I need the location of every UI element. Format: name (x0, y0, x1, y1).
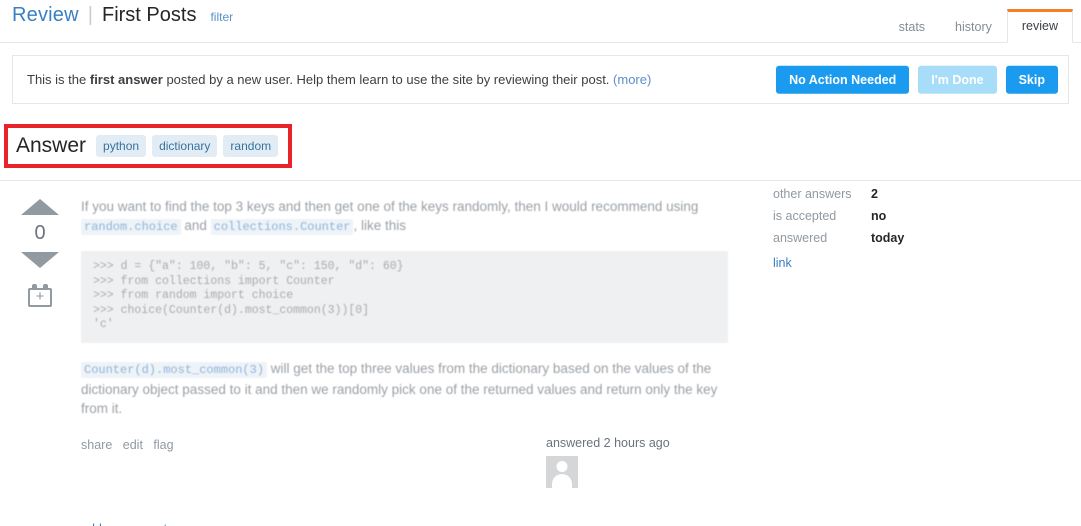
stat-value-other-answers: 2 (871, 187, 878, 201)
post-link[interactable]: link (773, 256, 963, 270)
stat-row: is accepted no (773, 208, 963, 224)
code-line-5: 'c' (93, 318, 114, 331)
stat-value-is-accepted: no (871, 209, 887, 223)
avatar-head (556, 460, 568, 472)
downvote-icon[interactable] (21, 252, 59, 268)
avatar-shoulders (552, 473, 572, 488)
post-type-title: Answer (16, 134, 87, 157)
stat-label-other-answers: other answers (773, 187, 852, 201)
instruction-text: This is the first answer posted by a new… (27, 72, 651, 87)
edit-link[interactable]: edit (123, 438, 143, 452)
tag-random[interactable]: random (223, 135, 279, 157)
answer-p1-text-3: , like this (353, 218, 407, 233)
user-card: answered 2 hours ago (546, 436, 746, 488)
vote-cell: 0 + (12, 197, 68, 526)
instruction-bar-wrapper: This is the first answer posted by a new… (0, 43, 1081, 104)
page-header: Review | First Posts filter stats histor… (0, 0, 1081, 43)
review-action-buttons: No Action Needed I'm Done Skip (776, 65, 1058, 94)
inline-code-random-choice: random.choice (81, 219, 181, 235)
post-meta-row: share edit flag answered 2 hours ago (81, 436, 728, 510)
breadcrumb-review-link[interactable]: Review (12, 4, 79, 27)
post-stats-sidebar: other answers 2 is accepted no answered … (773, 186, 963, 270)
stat-label-answered: answered (773, 231, 828, 245)
answer-paragraph-1: If you want to find the top 3 keys and t… (81, 197, 728, 237)
answer-body: If you want to find the top 3 keys and t… (68, 197, 728, 526)
instruction-more-link[interactable]: (more) (613, 72, 651, 87)
stat-label-is-accepted: is accepted (773, 209, 837, 223)
code-line-2: >>> from collections import Counter (93, 274, 335, 288)
upvote-icon[interactable] (21, 199, 59, 215)
share-link[interactable]: share (81, 438, 112, 452)
instruction-text-before: This is the (27, 72, 90, 87)
code-line-1: >>> d = {"a": 100, "b": 5, "c": 150, "d"… (93, 260, 404, 273)
skip-button[interactable]: Skip (1005, 65, 1058, 94)
page-title: First Posts (101, 4, 197, 26)
no-action-needed-button[interactable]: No Action Needed (776, 65, 910, 94)
bookmark-plus-icon[interactable]: + (28, 284, 52, 307)
breadcrumb: Review | First Posts filter (12, 4, 233, 27)
filter-link[interactable]: filter (210, 10, 233, 24)
tab-review[interactable]: review (1006, 8, 1073, 43)
post-header-row: Answer python dictionary random (0, 124, 1081, 181)
code-line-4: >>> choice(Counter(d).most_common(3))[0] (93, 303, 370, 317)
stat-row: other answers 2 (773, 186, 963, 202)
answer-paragraph-2: Counter(d).most_common(3) will get the t… (81, 359, 728, 418)
im-done-button[interactable]: I'm Done (918, 65, 997, 94)
tag-python[interactable]: python (96, 135, 147, 157)
add-a-comment-link[interactable]: add a comment (81, 522, 728, 526)
instruction-text-after: posted by a new user. Help them learn to… (162, 72, 614, 87)
code-line-3: >>> from random import choice (93, 289, 294, 302)
instruction-text-bold: first answer (89, 72, 163, 87)
answer-p1-text-2: and (180, 218, 211, 233)
tab-history[interactable]: history (940, 11, 1007, 44)
tab-stats[interactable]: stats (884, 11, 940, 44)
instruction-bar: This is the first answer posted by a new… (12, 55, 1069, 104)
bookmark-plus-glyph: + (35, 288, 45, 305)
answer-code-block: >>> d = {"a": 100, "b": 5, "c": 150, "d"… (81, 251, 728, 343)
header-tabs: stats history review (884, 8, 1073, 44)
tag-dictionary[interactable]: dictionary (152, 135, 218, 157)
inline-code-most-common: Counter(d).most_common(3) (81, 361, 268, 378)
answered-timestamp: answered 2 hours ago (546, 435, 670, 450)
avatar[interactable] (546, 455, 578, 488)
answer-p1-text-1: If you want to find the top 3 keys and t… (81, 199, 699, 214)
breadcrumb-separator: | (87, 4, 93, 26)
vote-count: 0 (34, 222, 46, 244)
post-header-highlight-box: Answer python dictionary random (4, 124, 293, 168)
post-action-links: share edit flag (81, 438, 181, 452)
flag-link[interactable]: flag (153, 438, 173, 452)
stat-value-answered: today (871, 231, 905, 245)
stat-row: answered today (773, 230, 963, 246)
inline-code-collections-counter: collections.Counter (210, 219, 354, 235)
